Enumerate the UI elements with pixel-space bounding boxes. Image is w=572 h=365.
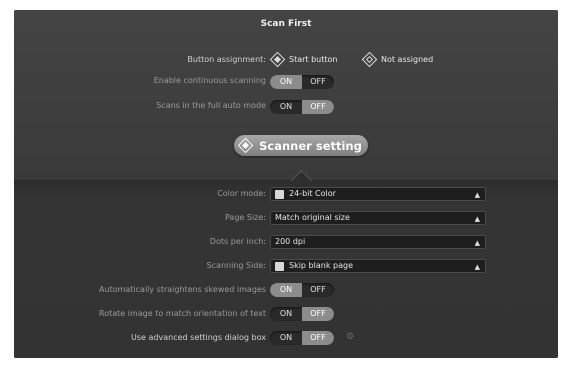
toggle-on[interactable]: ON: [270, 75, 302, 89]
radio-not-assigned[interactable]: Not assigned: [361, 51, 434, 68]
scanner-setting-label: Scanner setting: [259, 138, 362, 153]
straighten-label: Automatically straightens skewed images: [99, 285, 266, 294]
dpi-value: 200 dpi: [275, 237, 306, 246]
diamond-radio-icon: [269, 51, 286, 68]
color-mode-select[interactable]: 24-bit Color ▲: [270, 187, 486, 201]
page-size-label: Page Size:: [224, 213, 266, 222]
toggle-on[interactable]: ON: [270, 100, 302, 114]
color-mode-value: 24-bit Color: [289, 189, 336, 198]
straighten-toggle[interactable]: ON OFF: [270, 283, 334, 297]
select-arrows-icon: ▲: [474, 215, 480, 223]
toggle-off[interactable]: OFF: [302, 283, 334, 297]
dpi-select[interactable]: 200 dpi ▲: [270, 235, 486, 249]
select-arrows-icon: ▲: [474, 239, 480, 247]
scanning-side-icon: [275, 261, 284, 271]
scanning-side-label: Scanning Side:: [206, 261, 266, 270]
diamond-icon: [237, 137, 254, 154]
select-arrows-icon: ▲: [474, 191, 480, 199]
button-assignment-label: Button assignment:: [187, 55, 266, 64]
radio-start-button-label: Start button: [289, 55, 338, 64]
window-title: Scan First: [260, 19, 312, 29]
scanner-setting-button[interactable]: Scanner setting: [234, 135, 368, 156]
color-mode-icon: [275, 189, 284, 199]
toggle-off[interactable]: OFF: [302, 331, 334, 345]
advanced-label: Use advanced settings dialog box: [131, 333, 266, 342]
dpi-label: Dots per inch:: [209, 237, 266, 246]
rotate-toggle[interactable]: ON OFF: [270, 307, 334, 321]
full-auto-toggle[interactable]: ON OFF: [270, 100, 334, 114]
page-size-value: Match original size: [275, 213, 350, 222]
toggle-on[interactable]: ON: [270, 307, 302, 321]
radio-start-button[interactable]: Start button: [269, 51, 338, 68]
gear-icon[interactable]: ⚙: [346, 332, 354, 342]
rotate-label: Rotate image to match orientation of tex…: [99, 309, 266, 318]
toggle-on[interactable]: ON: [270, 331, 302, 345]
full-auto-label: Scans in the full auto mode: [156, 101, 266, 110]
diamond-radio-icon: [361, 51, 378, 68]
scan-first-panel: Scan First Button assignment: Start butt…: [14, 10, 558, 358]
toggle-off[interactable]: OFF: [302, 75, 334, 89]
radio-not-assigned-label: Not assigned: [381, 55, 434, 64]
advanced-toggle[interactable]: ON OFF: [270, 331, 334, 345]
continuous-scanning-label: Enable continuous scanning: [153, 76, 266, 85]
select-arrows-icon: ▲: [474, 263, 480, 271]
scanning-side-value: Skip blank page: [289, 261, 353, 270]
color-mode-label: Color mode:: [217, 189, 266, 198]
toggle-on[interactable]: ON: [270, 283, 302, 297]
toggle-off[interactable]: OFF: [302, 307, 334, 321]
toggle-off[interactable]: OFF: [302, 100, 334, 114]
scanning-side-select[interactable]: Skip blank page ▲: [270, 259, 486, 273]
page-size-select[interactable]: Match original size ▲: [270, 211, 486, 225]
continuous-scanning-toggle[interactable]: ON OFF: [270, 75, 334, 89]
